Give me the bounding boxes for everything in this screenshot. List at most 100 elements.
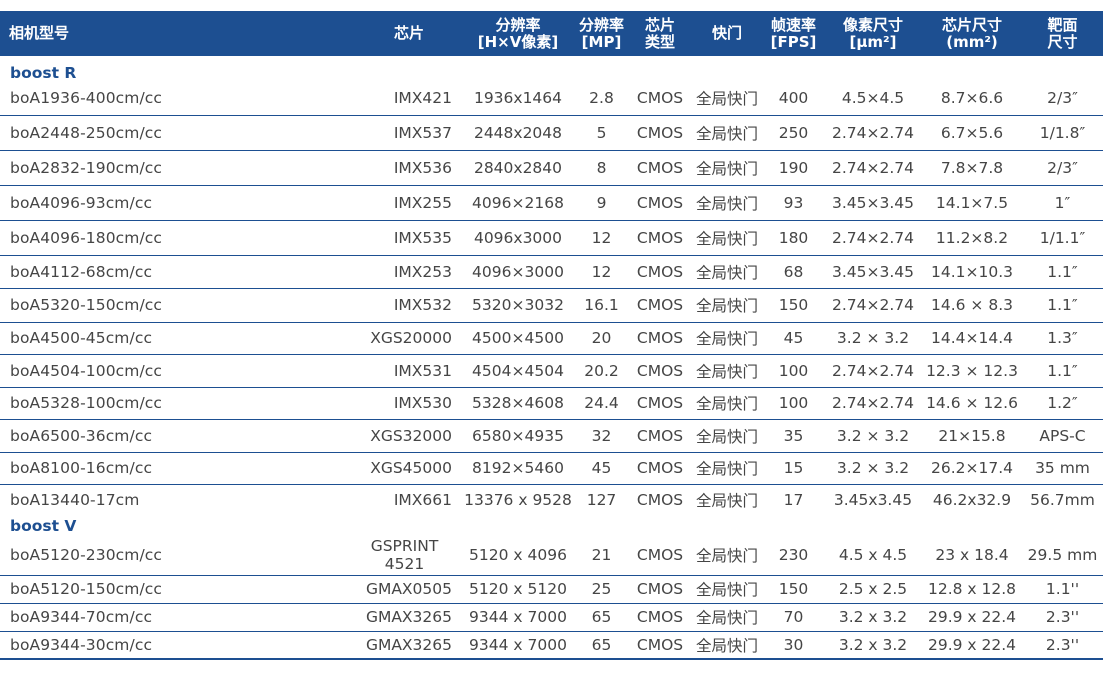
chip-type-cell: CMOS (629, 322, 691, 355)
frame-rate-cell: 150 (763, 288, 824, 323)
frame-rate-cell: 45 (763, 322, 824, 355)
shutter-cell: 全局快门 (691, 255, 763, 289)
shutter-cell: 全局快门 (691, 220, 763, 256)
section-title: boost V (10, 517, 77, 535)
model-cell: boA8100-16cm/cc (0, 452, 356, 485)
resolution-cell: 8192×5460 (462, 452, 574, 485)
shutter-cell: 全局快门 (691, 185, 763, 221)
table-row: boA5120-150cm/cc GMAX0505 5120 x 5120 25 CMO… (0, 575, 1103, 604)
shutter-cell: 全局快门 (691, 354, 763, 388)
chip-cell: IMX253 (356, 255, 462, 289)
target-size-cell: 1.1″ (1022, 354, 1103, 388)
table-body: boost RboA1936-400cm/cc IMX421 1936x1464 2.… (0, 56, 1103, 660)
chip-type-cell: CMOS (629, 82, 691, 116)
model-cell: boA1936-400cm/cc (0, 82, 356, 116)
frame-rate-cell: 250 (763, 115, 824, 151)
megapixels-cell: 20.2 (574, 354, 629, 388)
table-row: boA6500-36cm/cc XGS32000 6580×4935 32 CMOS 全局… (0, 419, 1103, 453)
frame-rate-cell: 230 (763, 535, 824, 576)
chip-cell: XGS45000 (356, 452, 462, 485)
section-header: boost V (0, 515, 1103, 535)
chip-size-cell: 14.6 × 8.3 (922, 288, 1022, 323)
header-chip-size: 芯片尺寸 (mm²) (941, 15, 1002, 51)
header-target-size: 靶面 尺寸 (1047, 15, 1078, 51)
chip-size-cell: 7.8×7.8 (922, 150, 1022, 186)
megapixels-cell: 12 (574, 220, 629, 256)
target-size-cell: 2/3″ (1022, 150, 1103, 186)
shutter-cell: 全局快门 (691, 82, 763, 116)
megapixels-cell: 65 (574, 603, 629, 632)
megapixels-cell: 9 (574, 185, 629, 221)
pixel-size-cell: 4.5×4.5 (824, 82, 922, 116)
megapixels-cell: 5 (574, 115, 629, 151)
pixel-size-cell: 2.74×2.74 (824, 150, 922, 186)
chip-size-cell: 12.3 × 12.3 (922, 354, 1022, 388)
pixel-size-cell: 2.74×2.74 (824, 387, 922, 420)
pixel-size-cell: 3.2 × 3.2 (824, 419, 922, 453)
chip-type-cell: CMOS (629, 288, 691, 323)
megapixels-cell: 16.1 (574, 288, 629, 323)
target-size-cell: 29.5 mm (1022, 535, 1103, 576)
chip-size-cell: 46.2x32.9 (932, 490, 1012, 509)
frame-rate-cell: 15 (763, 452, 824, 485)
chip-cell: IMX661 (393, 490, 452, 509)
megapixels-cell: 32 (574, 419, 629, 453)
chip-type-cell: CMOS (629, 150, 691, 186)
model-cell: boA13440-17cm (10, 490, 140, 509)
target-size-cell: 2.3'' (1022, 631, 1103, 660)
table-header: 相机型号 芯片 分辨率 [H×V像素] 分辨率 [MP] 芯片 类型 快门 帧速… (0, 11, 1103, 56)
chip-cell: XGS20000 (356, 322, 462, 355)
shutter-cell: 全局快门 (691, 387, 763, 420)
model-cell: boA9344-70cm/cc (0, 603, 356, 632)
target-size-cell: 56.7mm (1030, 490, 1095, 509)
frame-rate-cell: 68 (763, 255, 824, 289)
model-cell: boA9344-30cm/cc (0, 631, 356, 660)
model-cell: boA5320-150cm/cc (0, 288, 356, 323)
frame-rate-cell: 100 (763, 387, 824, 420)
chip-cell: GMAX3265 (356, 603, 462, 632)
resolution-cell: 9344 x 7000 (462, 631, 574, 660)
chip-cell: IMX532 (356, 288, 462, 323)
chip-cell: IMX530 (356, 387, 462, 420)
table-row: boA5320-150cm/cc IMX532 5320×3032 16.1 CMOS 全… (0, 288, 1103, 323)
chip-cell: IMX531 (356, 354, 462, 388)
target-size-cell: 1″ (1022, 185, 1103, 221)
table-row: boA1936-400cm/cc IMX421 1936x1464 2.8 CMOS 全局… (0, 82, 1103, 116)
pixel-size-cell: 3.45×3.45 (824, 255, 922, 289)
chip-type-cell: CMOS (629, 354, 691, 388)
chip-type-cell: CMOS (636, 490, 684, 509)
target-size-cell: APS-C (1022, 419, 1103, 453)
chip-size-cell: 14.1×10.3 (922, 255, 1022, 289)
chip-size-cell: 14.4×14.4 (922, 322, 1022, 355)
table-row: boA4096-93cm/cc IMX255 4096×2168 9 CMOS 全局快门 9… (0, 185, 1103, 221)
pixel-size-cell: 3.2 × 3.2 (824, 322, 922, 355)
header-resolution: 分辨率 [H×V像素] (477, 15, 559, 51)
pixel-size-cell: 2.74×2.74 (824, 220, 922, 256)
frame-rate-cell: 30 (763, 631, 824, 660)
header-chip: 芯片 (393, 24, 424, 42)
header-pixel-size: 像素尺寸 [μm²] (842, 15, 903, 51)
table-row: boA4096-180cm/cc IMX535 4096x3000 12 CMOS 全局快… (0, 220, 1103, 256)
model-cell: boA4504-100cm/cc (0, 354, 356, 388)
chip-type-cell: CMOS (629, 575, 691, 604)
pixel-size-cell: 4.5 x 4.5 (824, 535, 922, 576)
target-size-cell: 1.1'' (1022, 575, 1103, 604)
table-row: boA9344-70cm/cc GMAX3265 9344 x 7000 65 CMOS… (0, 603, 1103, 632)
target-size-cell: 1/1.1″ (1022, 220, 1103, 256)
megapixels-cell: 8 (574, 150, 629, 186)
frame-rate-cell: 70 (763, 603, 824, 632)
target-size-cell: 1.2″ (1022, 387, 1103, 420)
megapixels-cell: 24.4 (574, 387, 629, 420)
chip-type-cell: CMOS (629, 535, 691, 576)
table-row: boA2448-250cm/cc IMX537 2448x2048 5 CMOS 全局快门… (0, 115, 1103, 151)
frame-rate-cell: 100 (763, 354, 824, 388)
model-cell: boA2448-250cm/cc (0, 115, 356, 151)
table-row: boA4500-45cm/cc XGS20000 4500×4500 20 CMOS 全局… (0, 322, 1103, 355)
model-cell: boA5328-100cm/cc (0, 387, 356, 420)
model-cell: boA4112-68cm/cc (0, 255, 356, 289)
shutter-cell: 全局快门 (691, 115, 763, 151)
shutter-cell: 全局快门 (691, 419, 763, 453)
pixel-size-cell: 3.45x3.45 (833, 490, 913, 509)
pixel-size-cell: 2.74×2.74 (824, 115, 922, 151)
chip-size-cell: 11.2×8.2 (922, 220, 1022, 256)
